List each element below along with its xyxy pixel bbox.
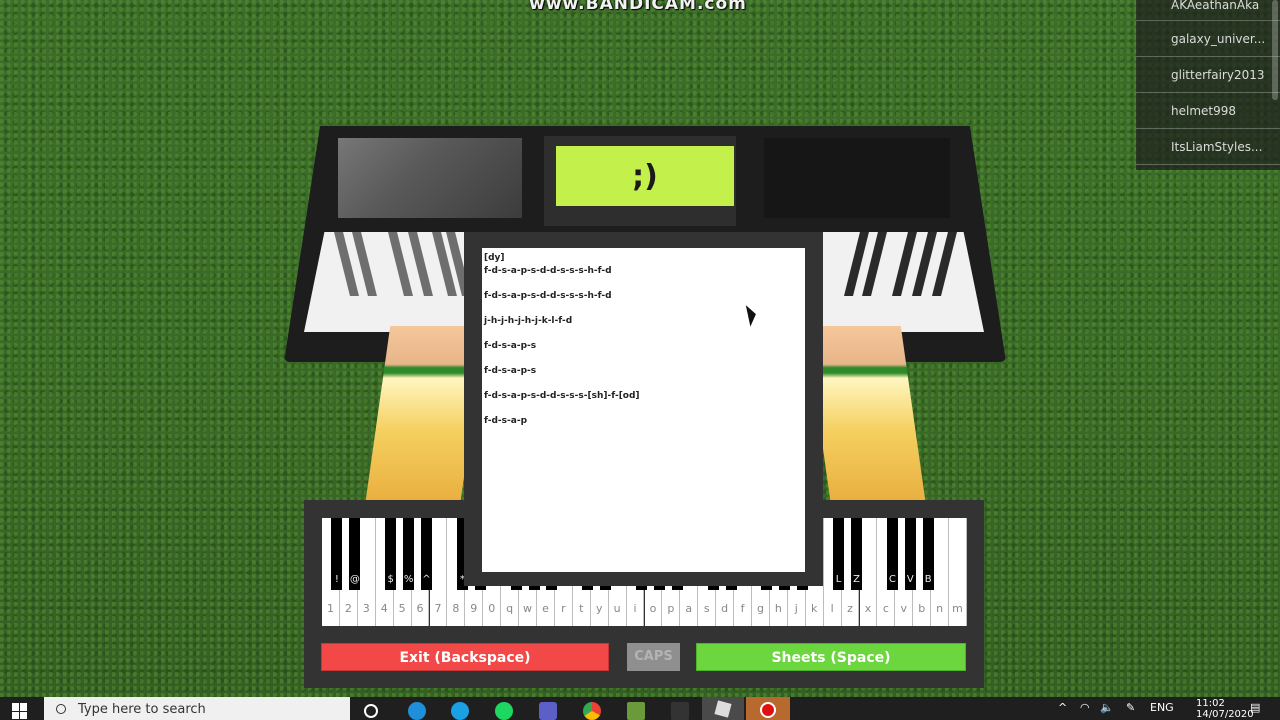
sheet-line: f-d-s-a-p-s-d-d-s-s-s-[sh]-f-[od] <box>484 390 640 401</box>
bandicam-watermark: www.BANDICAM.com <box>529 0 747 14</box>
caps-button[interactable]: CAPS <box>627 643 680 671</box>
teams-icon[interactable] <box>539 702 557 720</box>
windows-taskbar: Type here to search ^ ◠ 🔈 ✎ ENG 11:02 14… <box>0 697 1280 720</box>
sheets-button[interactable]: Sheets (Space) <box>696 643 966 671</box>
tray-chevron-icon[interactable]: ^ <box>1058 701 1067 714</box>
piano-3d-black-key <box>388 232 413 296</box>
sheet-music-text[interactable]: [dy] f-d-s-a-p-s-d-d-s-s-s-h-f-d f-d-s-a-p… <box>482 248 805 572</box>
piano-right-panel <box>764 138 950 218</box>
sheet-line: f-d-s-a-p-s <box>484 365 537 376</box>
sheet-blank-line <box>484 402 803 415</box>
taskbar-clock[interactable]: 11:02 14/07/2020 <box>1196 698 1254 720</box>
cortana-icon[interactable] <box>364 704 378 718</box>
taskbar-search-input[interactable]: Type here to search <box>44 697 350 720</box>
white-key[interactable]: n <box>931 518 950 626</box>
sheet-line: [dy] <box>484 253 505 263</box>
white-key[interactable]: x <box>859 518 878 626</box>
player-list-scrollbar[interactable] <box>1272 0 1278 100</box>
white-key[interactable]: m <box>949 518 967 626</box>
sheet-overlay: [dy] f-d-s-a-p-s-d-d-s-s-s-h-f-d f-d-s-a-p… <box>464 232 823 586</box>
exit-button[interactable]: Exit (Backspace) <box>321 643 609 671</box>
minecraft-icon[interactable] <box>627 702 645 720</box>
black-key[interactable]: % <box>403 518 415 590</box>
edge-icon[interactable] <box>408 702 426 720</box>
roblox-icon <box>714 700 732 718</box>
sheet-line: f-d-s-a-p-s-d-d-s-s-s-h-f-d <box>484 290 612 301</box>
black-key[interactable]: V <box>904 518 916 590</box>
sheet-blank-line <box>484 352 803 365</box>
clock-time: 11:02 <box>1196 698 1225 709</box>
black-key[interactable]: Z <box>851 518 862 590</box>
player-entry[interactable]: helmet998 <box>1136 93 1280 129</box>
black-key[interactable]: L <box>833 518 845 590</box>
sheet-blank-line <box>484 327 803 340</box>
roblox-taskbar-button[interactable] <box>702 697 744 720</box>
player-entry[interactable]: glitterfairy2013 <box>1136 57 1280 93</box>
sheet-line: f-d-s-a-p-s <box>484 340 537 351</box>
piano-3d-black-key <box>408 232 433 296</box>
skype-icon[interactable] <box>451 702 469 720</box>
volume-icon[interactable]: 🔈 <box>1100 701 1114 714</box>
black-key[interactable]: @ <box>349 518 361 590</box>
black-key[interactable]: C <box>886 518 898 590</box>
player-entry[interactable]: ItsLiamStyles... <box>1136 129 1280 165</box>
sheet-blank-line <box>484 277 803 290</box>
app-icon[interactable] <box>671 702 689 720</box>
black-key[interactable]: B <box>922 518 934 590</box>
pen-icon[interactable]: ✎ <box>1126 701 1135 714</box>
white-key[interactable]: 3 <box>357 518 376 626</box>
language-indicator[interactable]: ENG <box>1150 701 1174 714</box>
search-placeholder: Type here to search <box>78 702 206 717</box>
player-list: AKAeathanAka galaxy_univer... glitterfai… <box>1136 0 1280 170</box>
piano-3d-black-key <box>932 232 957 296</box>
wifi-icon[interactable]: ◠ <box>1080 701 1090 714</box>
windows-start-icon[interactable] <box>12 703 28 719</box>
piano-screen: ;) <box>556 146 734 206</box>
white-key[interactable]: 7 <box>429 518 448 626</box>
piano-left-panel <box>338 138 522 218</box>
notifications-icon[interactable]: ▤ <box>1250 701 1260 714</box>
black-key[interactable]: ^ <box>421 518 432 590</box>
chrome-icon[interactable] <box>583 702 601 720</box>
record-icon <box>760 702 776 718</box>
black-key[interactable]: $ <box>385 518 397 590</box>
search-icon <box>56 704 66 714</box>
sheet-line: f-d-s-a-p <box>484 415 528 426</box>
spotify-icon[interactable] <box>495 702 513 720</box>
black-key[interactable]: ! <box>331 518 343 590</box>
player-entry[interactable]: galaxy_univer... <box>1136 21 1280 57</box>
clock-date: 14/07/2020 <box>1196 709 1254 720</box>
sheet-blank-line <box>484 377 803 390</box>
bandicam-taskbar-button[interactable] <box>746 697 790 720</box>
player-entry[interactable]: AKAeathanAka <box>1136 0 1280 21</box>
sheet-line: f-d-s-a-p-s-d-d-s-s-s-h-f-d <box>484 265 612 276</box>
